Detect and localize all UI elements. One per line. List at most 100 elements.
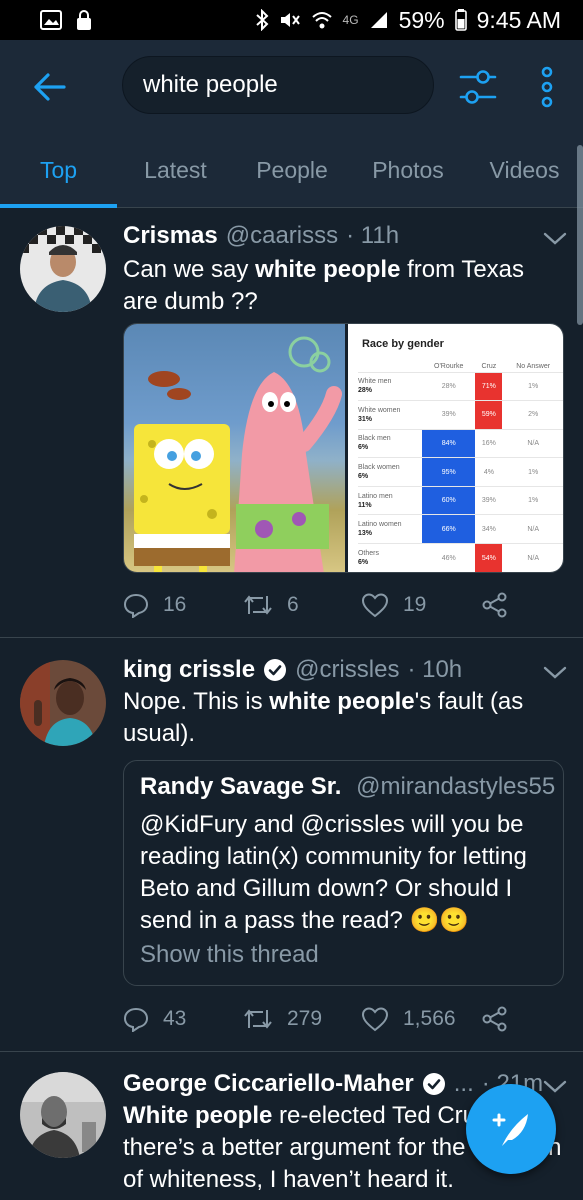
table-cell: 46% bbox=[421, 543, 476, 572]
table-row: Latino men 11% 60% 39% 1% bbox=[357, 485, 563, 515]
back-button[interactable] bbox=[28, 66, 70, 108]
share-icon bbox=[482, 1006, 507, 1032]
tweet-header: Crismas @caarisss · 11h bbox=[123, 222, 399, 250]
clock: 9:45 AM bbox=[476, 6, 561, 33]
heart-icon bbox=[361, 1007, 389, 1032]
avatar[interactable] bbox=[20, 1072, 106, 1158]
table-cell: 28% bbox=[421, 371, 476, 401]
table-cell: 1% bbox=[502, 371, 563, 401]
race-by-gender-chart-image[interactable]: Race by gender O'Rourke Cruz No Answer W… bbox=[347, 324, 563, 572]
more-options-button[interactable] bbox=[532, 64, 562, 110]
group-share: 13% bbox=[357, 530, 372, 538]
reply-button[interactable]: 43 bbox=[123, 1002, 186, 1036]
tweet[interactable]: king crissle @crissles · 10h Nope. This … bbox=[0, 638, 583, 1052]
table-row: Latino women 13% 66% 34% N/A bbox=[357, 514, 563, 544]
retweet-button[interactable]: 6 bbox=[243, 588, 299, 622]
reply-button[interactable]: 16 bbox=[123, 588, 186, 622]
lock-icon bbox=[76, 9, 92, 31]
user-handle[interactable]: @caarisss bbox=[226, 222, 338, 250]
table-cell: N/A bbox=[502, 543, 563, 572]
retweet-count: 279 bbox=[287, 1007, 323, 1030]
table-cell: 2% bbox=[502, 400, 563, 430]
table-row: Black women 6% 95% 4% 1% bbox=[357, 457, 563, 487]
tab-label: Photos bbox=[372, 156, 444, 183]
table-cell: 54% bbox=[475, 543, 503, 572]
tweet-text-part: Nope. This is bbox=[123, 688, 270, 715]
retweet-icon bbox=[244, 595, 272, 615]
tab-label: People bbox=[256, 156, 328, 183]
tweet-text-part: Can we say bbox=[123, 256, 256, 283]
tweet-time: · 10h bbox=[407, 656, 463, 683]
row-label: White women 31% bbox=[357, 400, 422, 430]
tweet-menu-button[interactable] bbox=[542, 230, 568, 248]
verified-badge-icon bbox=[422, 1073, 445, 1095]
chevron-down-icon bbox=[543, 1080, 567, 1093]
retweet-icon bbox=[244, 1009, 272, 1029]
user-handle[interactable]: ... bbox=[454, 1070, 474, 1098]
table-cell: 84% bbox=[421, 428, 476, 458]
avatar[interactable] bbox=[20, 226, 106, 312]
spongebob-patrick-meme-image[interactable] bbox=[124, 324, 345, 572]
tweet-menu-button[interactable] bbox=[542, 664, 568, 682]
table-cell: 39% bbox=[475, 485, 503, 515]
mute-icon bbox=[279, 10, 301, 30]
quoted-tweet[interactable]: Randy Savage Sr. @mirandastyles55 @KidFu… bbox=[123, 760, 564, 986]
like-button[interactable]: 1,566 bbox=[361, 1002, 456, 1036]
table-cell: 34% bbox=[475, 514, 503, 544]
group-label: Latino women bbox=[357, 521, 402, 529]
avatar[interactable] bbox=[20, 660, 106, 746]
search-term-highlight: White people bbox=[123, 1102, 273, 1129]
chevron-down-icon bbox=[543, 666, 567, 679]
user-handle[interactable]: @crissles bbox=[295, 656, 399, 684]
group-label: Latino men bbox=[357, 492, 393, 500]
display-name[interactable]: king crissle bbox=[123, 656, 255, 684]
table-cell: N/A bbox=[502, 514, 563, 544]
tab-photos[interactable]: Photos bbox=[350, 134, 466, 206]
tab-people[interactable]: People bbox=[234, 134, 350, 206]
search-filter-button[interactable] bbox=[458, 64, 500, 110]
tweet-menu-button[interactable] bbox=[542, 1078, 568, 1096]
column-header: O'Rourke bbox=[434, 363, 464, 371]
tab-label: Videos bbox=[489, 156, 560, 183]
chevron-down-icon bbox=[543, 232, 567, 245]
show-thread-link[interactable]: Show this thread bbox=[140, 941, 319, 969]
compose-tweet-button[interactable] bbox=[466, 1084, 556, 1174]
tweet-actions: 43 279 1,566 bbox=[123, 1002, 563, 1036]
group-share: 6% bbox=[357, 473, 369, 481]
tab-latest[interactable]: Latest bbox=[117, 134, 234, 206]
like-button[interactable]: 19 bbox=[361, 588, 426, 622]
display-name[interactable]: George Ciccariello-Maher bbox=[123, 1070, 414, 1098]
tweet-text: Nope. This is white people's fault (as u… bbox=[123, 686, 563, 750]
search-header: white people bbox=[0, 40, 583, 134]
share-button[interactable] bbox=[481, 588, 509, 622]
verified-badge-icon bbox=[264, 659, 287, 681]
search-term-highlight: white people bbox=[269, 688, 415, 715]
table-row: White men 28% 28% 71% 1% bbox=[357, 371, 563, 401]
tweet[interactable]: Crismas @caarisss · 11h Can we say white… bbox=[0, 208, 583, 638]
sliders-icon bbox=[459, 70, 497, 104]
display-name[interactable]: Crismas bbox=[123, 222, 218, 250]
signal-icon bbox=[369, 10, 389, 30]
table-cell: 4% bbox=[475, 457, 503, 487]
table-row: White women 31% 39% 59% 2% bbox=[357, 400, 563, 430]
row-label: Latino men 11% bbox=[357, 485, 422, 515]
tweet-time: · 11h bbox=[346, 222, 400, 249]
tweet-media[interactable]: Race by gender O'Rourke Cruz No Answer W… bbox=[123, 323, 564, 573]
group-share: 31% bbox=[357, 415, 372, 423]
table-cell: 1% bbox=[502, 457, 563, 487]
share-button[interactable] bbox=[481, 1002, 509, 1036]
table-cell: 59% bbox=[475, 400, 503, 430]
table-cell: 95% bbox=[421, 457, 476, 487]
retweet-button[interactable]: 279 bbox=[243, 1002, 322, 1036]
back-arrow-icon bbox=[34, 73, 66, 101]
group-label: White women bbox=[357, 406, 401, 414]
table-cell: 60% bbox=[421, 485, 476, 515]
heart-icon bbox=[361, 593, 389, 618]
quoted-tweet-header: Randy Savage Sr. @mirandastyles55 bbox=[140, 773, 555, 801]
status-bar: 4G 59% 9:45 AM bbox=[0, 0, 583, 40]
tweet-header: George Ciccariello-Maher ... · 21m bbox=[123, 1070, 543, 1098]
search-input[interactable]: white people bbox=[122, 56, 434, 114]
tab-videos[interactable]: Videos bbox=[466, 134, 583, 206]
group-label: Black men bbox=[357, 435, 391, 443]
tab-top[interactable]: Top bbox=[0, 134, 117, 206]
